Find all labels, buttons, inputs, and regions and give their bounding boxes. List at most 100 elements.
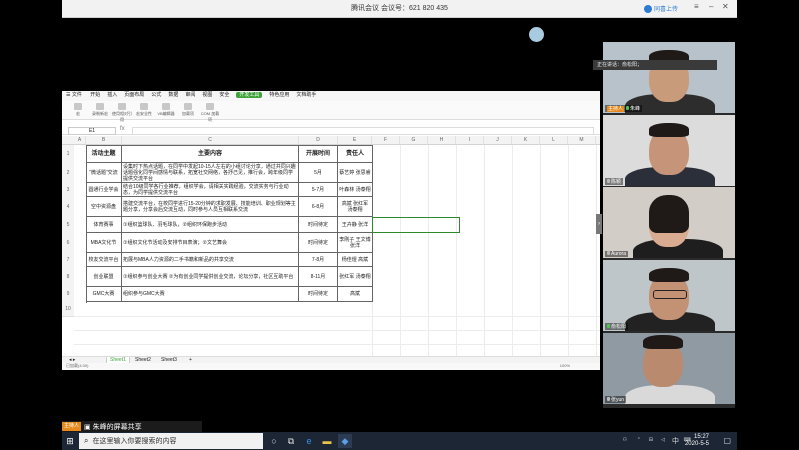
task-view-icon[interactable]: ⧉ [284, 434, 298, 448]
upload-button[interactable]: 同喜上传 [644, 2, 690, 15]
windows-start-icon[interactable]: ⊞ [62, 432, 78, 450]
row-header-8[interactable]: 8 [62, 267, 74, 288]
participant-tile-4[interactable]: 俞松阳 [603, 260, 735, 331]
zoom-level[interactable]: 100% [560, 363, 570, 368]
cell-owner[interactable]: 高斌 张红军 汤泰翔 [338, 197, 373, 217]
cell-owner[interactable]: 张红军 汤泰翔 [338, 267, 373, 287]
column-header-a[interactable]: A [74, 136, 86, 144]
column-header-i[interactable]: I [456, 136, 484, 144]
ribbon-button-4[interactable]: 宏安全性 [134, 103, 154, 117]
menu-icon[interactable]: ≡ [694, 2, 699, 11]
selected-cell[interactable] [372, 217, 460, 233]
file-menu[interactable]: ☰ 文件 [66, 92, 82, 98]
row-header-7[interactable]: 7 [62, 253, 74, 268]
people-icon[interactable]: ⚇ [623, 437, 627, 443]
column-header-h[interactable]: H [428, 136, 456, 144]
chevron-up-icon[interactable]: ⌃ [637, 437, 641, 443]
file-explorer-icon[interactable]: ▬ [320, 434, 334, 448]
cell-owner[interactable]: 叶森林 汤泰翔 [338, 183, 373, 197]
row-header-5[interactable]: 5 [62, 217, 74, 234]
cell-topic[interactable]: 校友交流平台 [86, 253, 122, 267]
cell-owner[interactable]: 蔡艺婷 张思睿 [338, 163, 373, 183]
cell-time[interactable]: 8-11月 [299, 267, 338, 287]
tab-6[interactable]: 审阅 [185, 92, 195, 98]
taskbar-search[interactable]: ⌕ 在这里输入你要搜索的内容 [79, 433, 263, 449]
fx-icon[interactable]: fx [120, 126, 125, 132]
cell-time[interactable]: 时间待定 [299, 217, 338, 233]
close-icon[interactable]: ✕ [722, 2, 729, 11]
cell-content[interactable]: ①组织篮球队、羽毛球队，②组织环保跑步活动 [122, 217, 299, 233]
column-header-g[interactable]: G [400, 136, 428, 144]
cell-topic[interactable]: MBA文化节 [86, 233, 122, 253]
column-header-l[interactable]: L [540, 136, 568, 144]
column-header-f[interactable]: F [372, 136, 400, 144]
cell-owner[interactable]: 高斌 [338, 287, 373, 302]
row-header-1[interactable]: 1 [62, 145, 74, 164]
notification-icon[interactable]: ▢ [723, 436, 731, 445]
tab-10[interactable]: 特色应用 [269, 92, 289, 98]
cell-content[interactable]: 搭建交流平台，在校同学进行15-20分钟的求职发展、技能培训、职业规划等主题分享… [122, 197, 299, 217]
participant-tile-3[interactable]: Aurora [603, 187, 735, 258]
column-header-n[interactable]: N [596, 136, 600, 144]
header-cell-4[interactable]: 责任人 [338, 145, 373, 163]
column-header-b[interactable]: B [86, 136, 122, 144]
cell-content[interactable]: ①组织文化节活动及安排节目表演；②文艺舞会 [122, 233, 299, 253]
column-header-k[interactable]: K [512, 136, 540, 144]
cell-time[interactable]: 时间待定 [299, 287, 338, 302]
header-cell-3[interactable]: 开展时间 [299, 145, 338, 163]
clock[interactable]: 15:27 2020-5-5 [685, 434, 709, 448]
row-header-4[interactable]: 4 [62, 197, 74, 218]
cell-time[interactable]: 7-8月 [299, 253, 338, 267]
ribbon-button-1[interactable]: 宏 [68, 103, 88, 117]
participant-tile-5[interactable]: 张yun [603, 333, 735, 404]
cell-topic[interactable]: 空中资源盘 [86, 197, 122, 217]
participant-tile-1[interactable]: 主持人 朱峰 [603, 42, 735, 113]
ribbon-button-5[interactable]: VB编辑器 [156, 103, 176, 117]
row-header-3[interactable]: 3 [62, 183, 74, 198]
ribbon-button-2[interactable]: 录制新宏 [90, 103, 110, 117]
cell-content[interactable]: 拓展与MBA人力资源的二手书籍和新品的共享交流 [122, 253, 299, 267]
tab-7[interactable]: 视图 [202, 92, 212, 98]
ribbon-button-7[interactable]: COM 加载项 [200, 103, 220, 122]
tab-11[interactable]: 文档助手 [296, 92, 316, 98]
cell-topic[interactable]: GMC大赛 [86, 287, 122, 302]
row-header-2[interactable]: 2 [62, 163, 74, 184]
tab-2[interactable]: 插入 [107, 92, 117, 98]
header-cell-1[interactable]: 活动主题 [86, 145, 122, 163]
name-box[interactable]: E1 [68, 127, 116, 135]
tab-5[interactable]: 数据 [168, 92, 178, 98]
cell-topic[interactable]: “微话题”交流 [86, 163, 122, 183]
cell-content[interactable]: ①组织参与创业大赛 ②为有创业同学提供创业交流，论坛分享，社区互助平台 [122, 267, 299, 287]
cell-topic[interactable]: 创业联盟 [86, 267, 122, 287]
header-cell-2[interactable]: 主要内容 [122, 145, 299, 163]
cell-content[interactable]: 组织参与GMC大赛 [122, 287, 299, 302]
ime-indicator[interactable]: 中 [672, 436, 679, 446]
column-header-c[interactable]: C [122, 136, 299, 144]
sheet-grid[interactable]: ABCDEFGHIJKLMN 12345678910 活动主题主要内容开展时间责任… [62, 136, 600, 356]
minimize-icon[interactable]: – [709, 2, 713, 11]
cell-owner[interactable]: 李刚子 王文博 张洋 [338, 233, 373, 253]
column-header-d[interactable]: D [299, 136, 338, 144]
cell-topic[interactable]: 体育赛事 [86, 217, 122, 233]
tab-1[interactable]: 开始 [90, 92, 100, 98]
meeting-app-icon[interactable]: ◆ [338, 434, 352, 448]
tab-8[interactable]: 安全 [219, 92, 229, 98]
cell-content[interactable]: 设集时下热点话题，在同学中发起10-15人左右的小组讨论分享，通过共同兴趣话题强… [122, 163, 299, 183]
tab-4[interactable]: 公式 [151, 92, 161, 98]
tab-9[interactable]: 开发工具 [236, 92, 263, 98]
cell-content[interactable]: 结合10级同学各行业推荐，组织学会，请相关实践经验，交流实务与行业动态，为同学提… [122, 183, 299, 197]
cell-time[interactable]: 5月 [299, 163, 338, 183]
participant-tile-2[interactable]: 陈颖 [603, 115, 735, 186]
row-header-10[interactable]: 10 [62, 302, 74, 317]
formula-input[interactable] [132, 127, 594, 135]
edge-browser-icon[interactable]: e [302, 434, 316, 448]
ribbon-button-6[interactable]: 加载项 [178, 103, 198, 117]
network-icon[interactable]: ⊟ [649, 437, 653, 443]
cell-time[interactable]: 6-8月 [299, 197, 338, 217]
ribbon-button-3[interactable]: 使用相对引用 [112, 103, 132, 122]
volume-icon[interactable]: ◁ [661, 437, 665, 443]
column-header-j[interactable]: J [484, 136, 512, 144]
row-header-6[interactable]: 6 [62, 233, 74, 254]
collapse-arrow-icon[interactable]: › [596, 214, 602, 234]
column-header-m[interactable]: M [568, 136, 596, 144]
